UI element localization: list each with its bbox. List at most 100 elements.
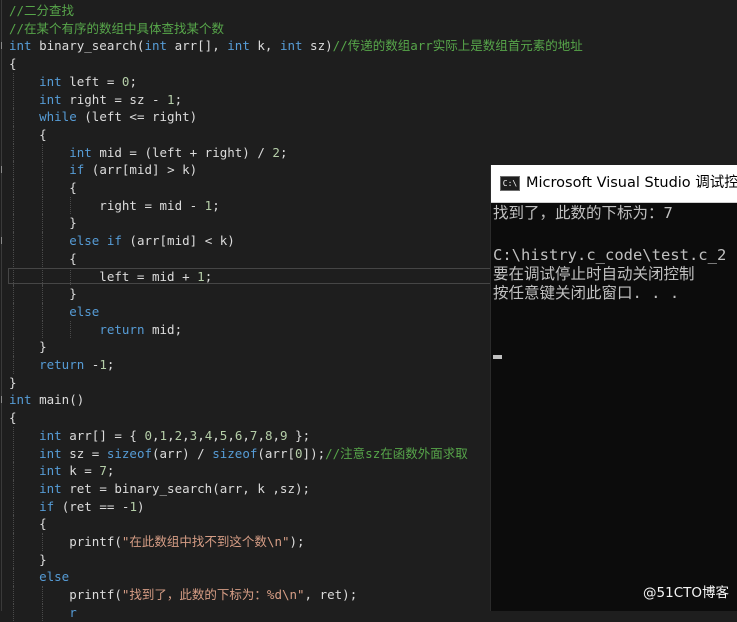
code-token: ;: [174, 91, 183, 107]
code-token: {: [9, 126, 47, 142]
console-title-bar[interactable]: C:\ Microsoft Visual Studio 调试控制台: [491, 165, 737, 203]
code-text: int mid = (left + right) / 2;: [9, 144, 287, 162]
code-token: 1: [167, 91, 175, 107]
code-token: 2: [272, 144, 280, 160]
code-token: ,: [242, 427, 250, 443]
code-line[interactable]: while (left <= right): [0, 108, 737, 126]
code-token: ,: [182, 427, 190, 443]
code-text: int ret = binary_search(arr, k ,sz);: [9, 480, 310, 498]
code-line[interactable]: int left = 0;: [0, 72, 737, 91]
code-token: );: [289, 534, 305, 549]
console-line: 找到了，此数的下标为：7: [493, 204, 673, 222]
code-token: int: [39, 73, 62, 89]
code-token: (arr) /: [152, 445, 213, 461]
code-text: right = mid - 1;: [9, 197, 219, 215]
code-token: {: [9, 180, 77, 195]
code-token: };: [287, 427, 311, 443]
code-token: ;: [279, 144, 288, 160]
code-text: {: [9, 126, 47, 144]
code-token: {: [9, 516, 47, 532]
code-token: left = mid +: [9, 268, 198, 284]
code-line[interactable]: int right = sz - 1;: [0, 90, 737, 109]
code-token: sz): [302, 38, 333, 54]
code-token: arr[] = {: [61, 427, 145, 443]
code-text: }: [9, 285, 77, 303]
watermark: @51CTO博客: [643, 585, 729, 601]
code-token: if: [39, 498, 55, 514]
console-line: 要在调试停止时自动关闭控制: [493, 265, 695, 283]
fold-marker-icon[interactable]: [1, 166, 6, 174]
console-output[interactable]: 找到了，此数的下标为：7 C:\histry.c_code\test.c_2 要…: [491, 202, 737, 611]
code-token: sz =: [61, 445, 107, 461]
code-text: int binary_search(int arr[], int k, int …: [9, 37, 583, 55]
code-line[interactable]: //在某个有序的数组中具体查找某个数: [0, 20, 737, 38]
code-text: if (ret == -1): [9, 498, 145, 516]
debug-console-window[interactable]: C:\ Microsoft Visual Studio 调试控制台 找到了，此数…: [490, 165, 737, 611]
code-token: arr[],: [167, 38, 228, 54]
code-text: //二分查找: [9, 2, 74, 20]
code-token: 1: [99, 357, 107, 372]
console-line: 按任意键关闭此窗口. . .: [493, 284, 680, 302]
code-token: int: [39, 427, 62, 443]
code-text: }: [9, 374, 17, 392]
code-token: }: [9, 286, 77, 302]
code-token: ): [136, 498, 145, 514]
code-token: {: [9, 56, 17, 72]
code-line[interactable]: int binary_search(int arr[], int k, int …: [0, 37, 737, 55]
code-token: ,: [227, 427, 235, 443]
code-token: else if: [69, 233, 122, 249]
fold-marker-icon[interactable]: [1, 396, 6, 404]
code-token: ,: [152, 427, 160, 443]
code-text: }: [9, 551, 47, 569]
code-token: sizeof: [212, 445, 258, 461]
fold-marker-icon[interactable]: [1, 42, 6, 50]
code-text: {: [9, 409, 17, 427]
code-token: right = sz -: [61, 91, 168, 107]
code-token: return: [99, 321, 145, 337]
code-line[interactable]: int mid = (left + right) / 2;: [0, 143, 737, 162]
code-token: right = mid -: [9, 197, 205, 213]
code-token: if: [69, 162, 85, 178]
code-text: }: [9, 338, 47, 356]
code-token: int: [39, 463, 62, 479]
code-token: {: [9, 410, 17, 426]
code-token: int: [279, 38, 303, 54]
code-line[interactable]: //二分查找: [0, 2, 737, 20]
code-token: 1: [159, 427, 168, 443]
console-line: C:\histry.c_code\test.c_2: [493, 246, 727, 264]
code-token: 1: [197, 268, 205, 284]
code-text: int main(): [9, 391, 84, 409]
code-token: //注意sz在函数外面求取: [325, 445, 468, 461]
code-token: left =: [61, 73, 122, 89]
code-token: printf(: [9, 534, 122, 549]
code-token: int: [69, 144, 92, 160]
console-cursor: [493, 355, 502, 359]
code-token: 8: [264, 427, 273, 443]
code-token: while: [39, 109, 77, 125]
code-token: (arr[mid] < k): [121, 233, 235, 249]
code-token: 2: [174, 427, 183, 443]
code-text: while (left <= right): [9, 108, 197, 126]
code-token: (arr[: [257, 445, 296, 461]
code-token: {: [9, 250, 77, 266]
fold-marker-icon[interactable]: [1, 237, 6, 245]
code-token: main(): [31, 392, 85, 408]
code-token: mid;: [144, 321, 183, 337]
code-token: ;: [106, 357, 115, 372]
code-token: else: [69, 303, 100, 319]
code-line[interactable]: {: [0, 55, 737, 73]
code-line[interactable]: {: [0, 125, 737, 144]
code-text: else: [9, 568, 69, 586]
code-token: int: [144, 38, 168, 54]
code-token: ;: [129, 73, 137, 89]
code-token: 0: [144, 427, 153, 443]
